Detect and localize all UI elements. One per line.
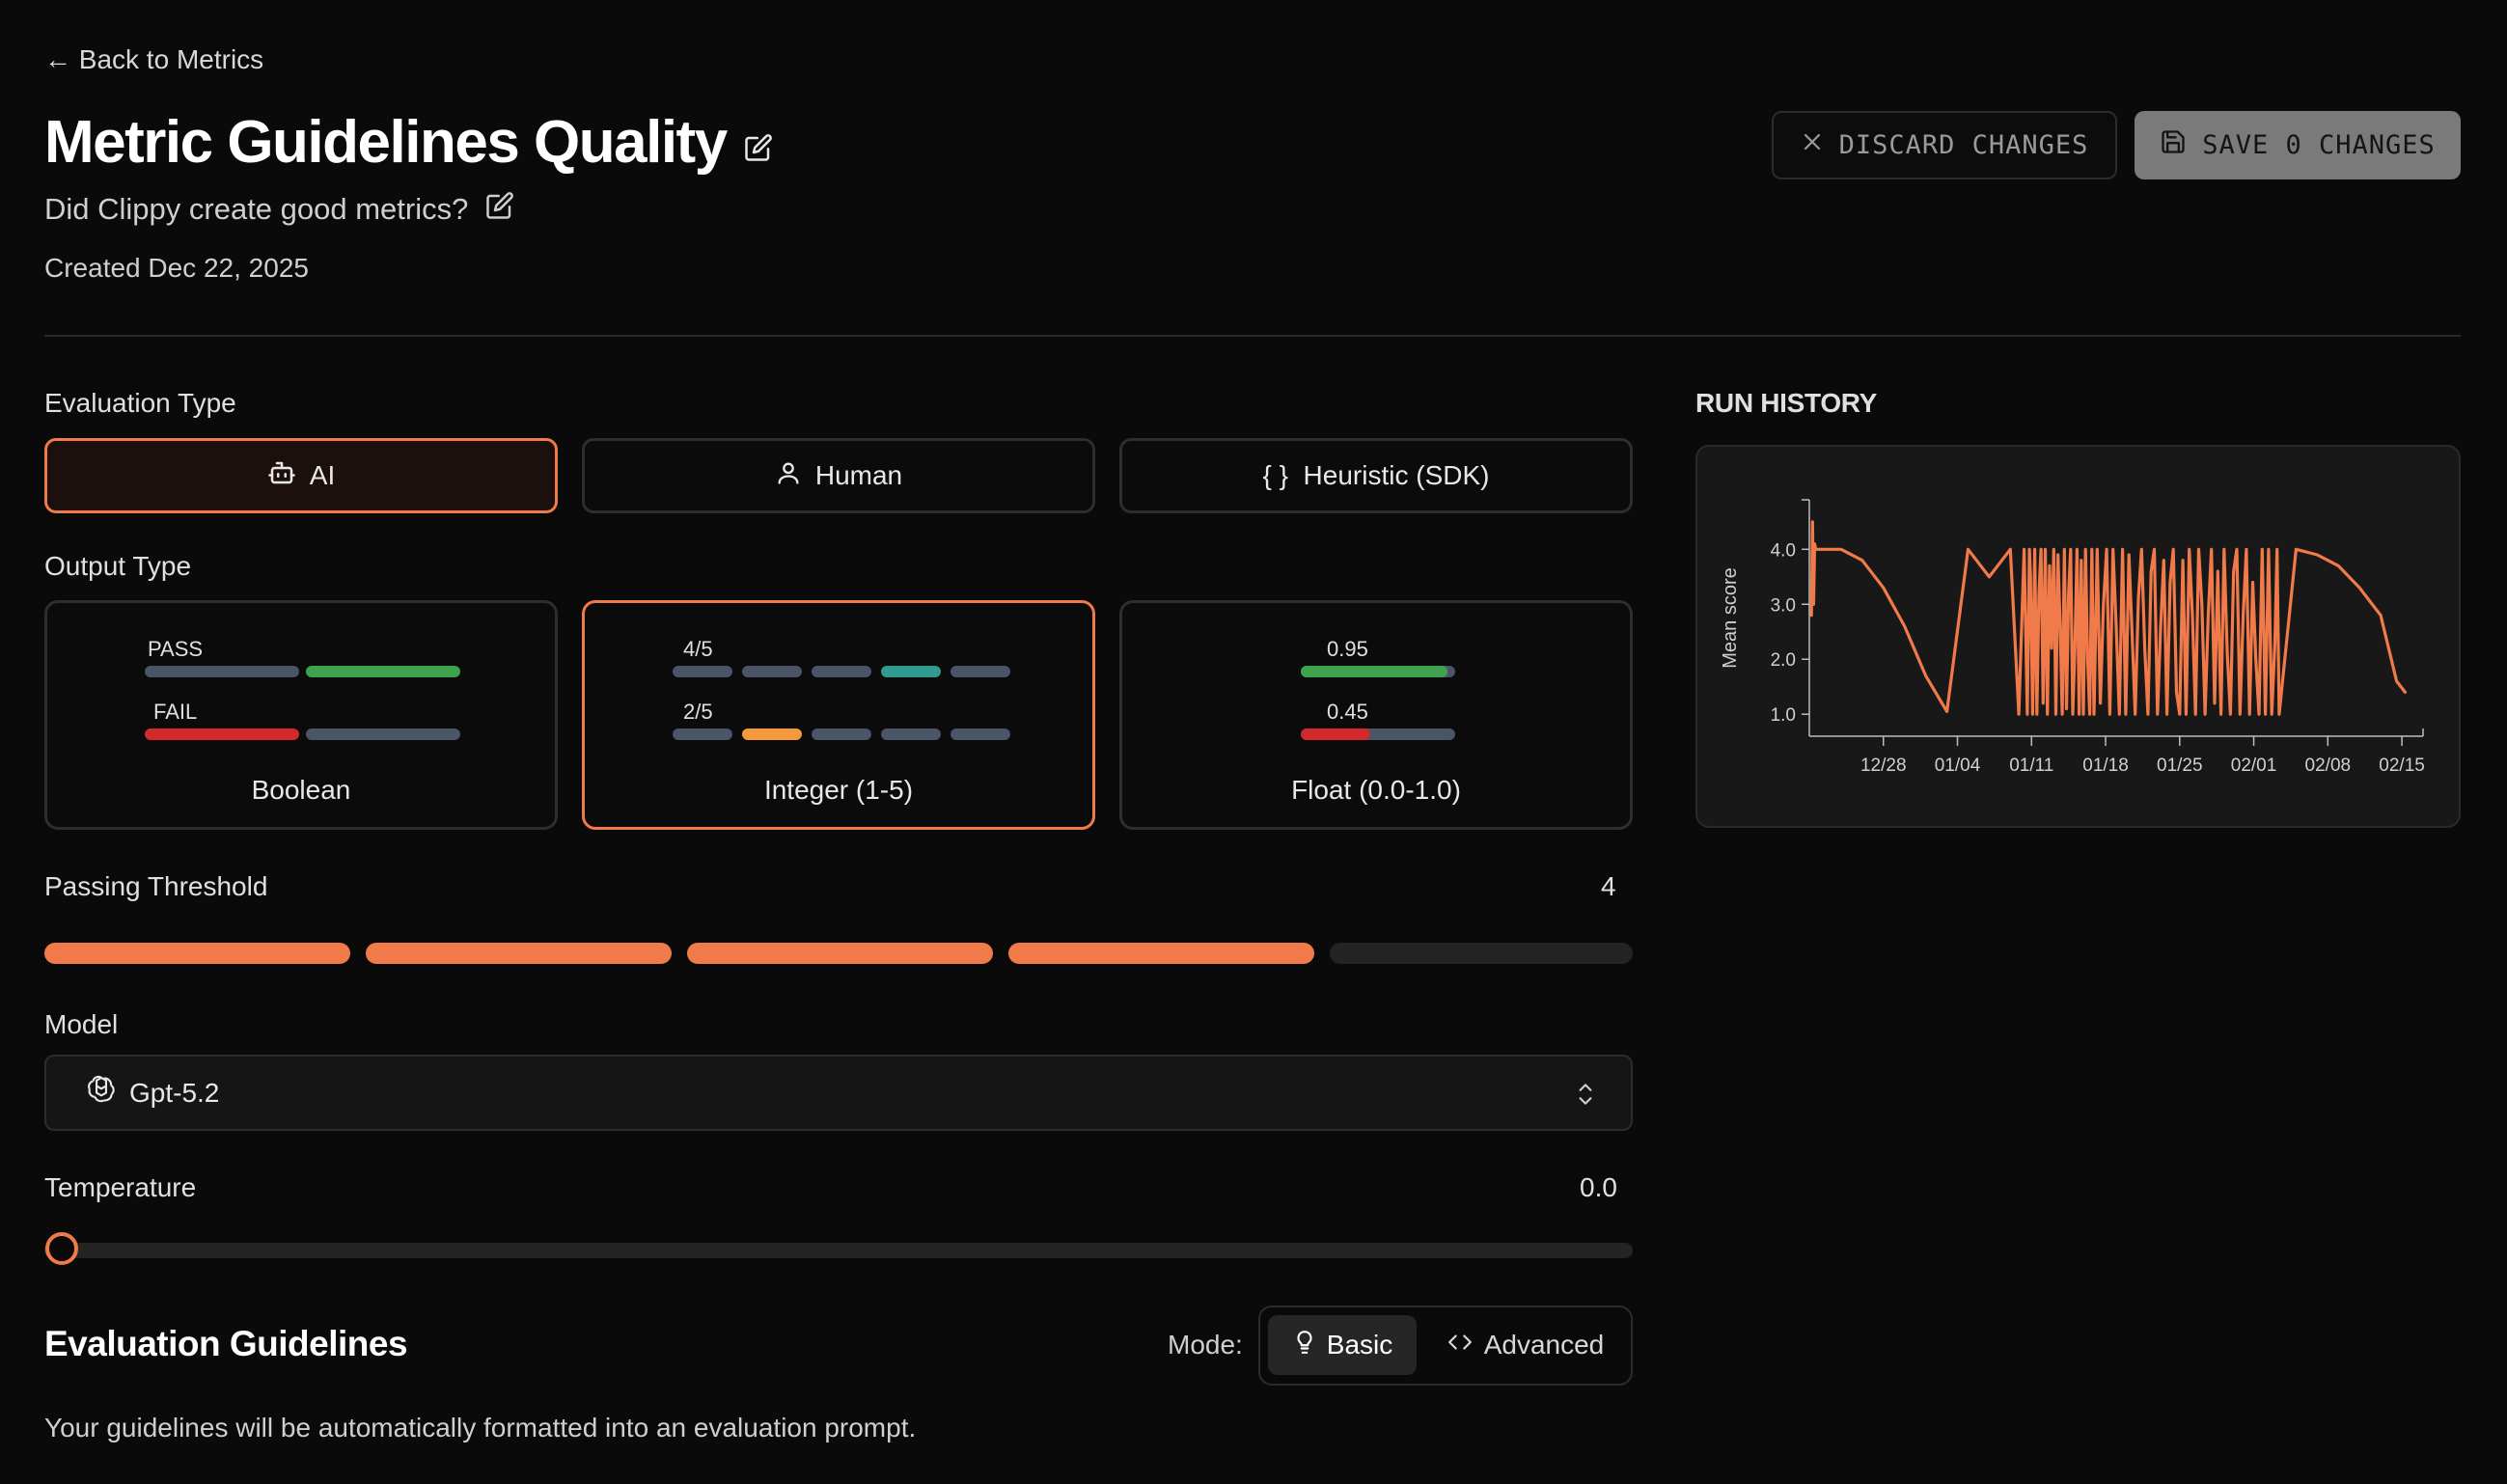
x-tick-label: 01/04 bbox=[1935, 756, 1981, 776]
close-icon bbox=[1801, 130, 1824, 160]
float-top-label: 0.95 bbox=[1327, 637, 1368, 661]
save-changes-button[interactable]: SAVE 0 CHANGES bbox=[2135, 111, 2461, 179]
created-date: Created Dec 22, 2025 bbox=[44, 253, 309, 283]
integer-bottom-bar-2 bbox=[742, 728, 802, 740]
integer-top-bar-2 bbox=[742, 666, 802, 677]
mode-label: Mode: bbox=[1168, 1330, 1243, 1360]
mode-basic-button[interactable]: Basic bbox=[1268, 1315, 1417, 1375]
integer-top-bar-3 bbox=[812, 666, 871, 677]
integer-bottom-label: 2/5 bbox=[683, 700, 713, 724]
threshold-segment-3[interactable] bbox=[687, 943, 993, 964]
output-type-boolean[interactable]: PASS FAIL Boolean bbox=[44, 600, 558, 830]
y-tick-label: 2.0 bbox=[1771, 650, 1796, 671]
subtitle-row: Did Clippy create good metrics? bbox=[44, 191, 514, 228]
y-tick-label: 3.0 bbox=[1771, 595, 1796, 616]
boolean-fail-bar-neutral bbox=[306, 728, 460, 740]
lightbulb-icon bbox=[1292, 1329, 1317, 1362]
passing-threshold-value: 4 bbox=[1601, 871, 1616, 901]
chevron-up-down-icon bbox=[1573, 1080, 1598, 1115]
series-line-0 bbox=[1809, 520, 2407, 716]
save-icon bbox=[2160, 128, 2187, 162]
integer-top-bar-4 bbox=[881, 666, 941, 677]
mode-advanced-label: Advanced bbox=[1483, 1330, 1605, 1360]
save-label: SAVE 0 CHANGES bbox=[2202, 130, 2436, 160]
x-tick-label: 02/01 bbox=[2231, 756, 2277, 776]
evaluation-guidelines-title: Evaluation Guidelines bbox=[44, 1324, 408, 1363]
edit-subtitle-icon[interactable] bbox=[485, 191, 514, 228]
openai-icon bbox=[85, 1073, 118, 1113]
header-divider bbox=[44, 335, 2461, 337]
integer-bottom-bar-1 bbox=[673, 728, 732, 740]
back-to-metrics-link[interactable]: ← Back to Metrics bbox=[44, 44, 263, 75]
temperature-slider-track[interactable] bbox=[44, 1243, 1633, 1258]
mode-advanced-button[interactable]: Advanced bbox=[1428, 1315, 1621, 1375]
output-type-float[interactable]: 0.95 0.45 Float (0.0-1.0) bbox=[1119, 600, 1633, 830]
evaluation-type-label: Evaluation Type bbox=[44, 388, 236, 418]
x-tick-label: 02/08 bbox=[2305, 756, 2352, 776]
evaluation-type-heuristic[interactable]: { } Heuristic (SDK) bbox=[1119, 438, 1633, 513]
evaluation-type-heuristic-label: { } Heuristic (SDK) bbox=[1262, 460, 1490, 490]
edit-title-icon[interactable] bbox=[744, 108, 773, 177]
temperature-label: Temperature bbox=[44, 1172, 197, 1202]
integer-top-bar-1 bbox=[673, 666, 732, 677]
discard-changes-button[interactable]: DISCARD CHANGES bbox=[1772, 111, 2117, 179]
y-tick-label: 1.0 bbox=[1771, 705, 1796, 726]
float-bottom-label: 0.45 bbox=[1327, 700, 1368, 724]
code-icon bbox=[1446, 1330, 1474, 1361]
float-top-fill bbox=[1301, 666, 1447, 677]
temperature-value: 0.0 bbox=[1580, 1172, 1617, 1202]
model-label: Model bbox=[44, 1009, 119, 1039]
float-bottom-fill bbox=[1301, 728, 1370, 740]
run-history-title: RUN HISTORY bbox=[1695, 388, 1878, 418]
integer-bottom-bar-5 bbox=[950, 728, 1010, 740]
integer-top-label: 4/5 bbox=[683, 637, 713, 661]
threshold-segment-4[interactable] bbox=[1008, 943, 1314, 964]
x-tick-label: 12/28 bbox=[1860, 756, 1907, 776]
evaluation-type-ai-label: AI bbox=[309, 460, 336, 490]
bot-icon bbox=[267, 458, 296, 494]
boolean-fail-bar bbox=[145, 728, 299, 740]
run-history-chart: 1.0 2.0 3.0 4.0 12/28 01/04 01/11 01/18 01/25 02/… bbox=[1720, 499, 2425, 776]
threshold-segment-1[interactable] bbox=[44, 943, 350, 964]
threshold-segment-2[interactable] bbox=[366, 943, 672, 964]
integer-label: Integer (1-5) bbox=[763, 775, 914, 805]
output-type-integer[interactable]: 4/5 2/5 Integer (1-5) bbox=[582, 600, 1095, 830]
back-link-label: ← Back to Metrics bbox=[44, 44, 264, 74]
float-label: Float (0.0-1.0) bbox=[1291, 775, 1461, 805]
model-value: Gpt-5.2 bbox=[129, 1077, 220, 1108]
integer-top-bar-5 bbox=[950, 666, 1010, 677]
y-axis-label: Mean score bbox=[1720, 567, 1741, 669]
integer-bottom-bar-4 bbox=[881, 728, 941, 740]
page-subtitle: Did Clippy create good metrics? bbox=[44, 192, 469, 226]
y-tick-label: 4.0 bbox=[1771, 540, 1796, 561]
evaluation-type-human[interactable]: Human bbox=[582, 438, 1095, 513]
boolean-pass-bar bbox=[306, 666, 460, 677]
pass-label: PASS bbox=[148, 637, 204, 661]
output-type-label: Output Type bbox=[44, 551, 192, 581]
run-history-card: 1.0 2.0 3.0 4.0 12/28 01/04 01/11 01/18 01/25 02/… bbox=[1695, 445, 2461, 828]
page-title: Metric Guidelines Quality bbox=[44, 109, 728, 176]
model-select[interactable]: Gpt-5.2 bbox=[44, 1055, 1633, 1131]
x-tick-label: 01/11 bbox=[2009, 756, 2053, 776]
boolean-label: Boolean bbox=[251, 775, 351, 805]
fail-label: FAIL bbox=[153, 700, 198, 724]
integer-bottom-bar-3 bbox=[812, 728, 871, 740]
boolean-pass-bar-neutral bbox=[145, 666, 299, 677]
threshold-segment-5[interactable] bbox=[1330, 943, 1633, 964]
passing-threshold-label: Passing Threshold bbox=[44, 871, 268, 901]
temperature-slider-thumb[interactable] bbox=[45, 1232, 78, 1265]
evaluation-type-ai[interactable]: AI bbox=[44, 438, 558, 513]
discard-label: DISCARD CHANGES bbox=[1838, 130, 2089, 160]
page-title-row: Metric Guidelines Quality bbox=[44, 108, 773, 177]
evaluation-type-human-label: Human bbox=[814, 460, 903, 490]
x-tick-label: 01/25 bbox=[2157, 756, 2203, 776]
x-tick-label: 02/15 bbox=[2379, 756, 2425, 776]
user-icon bbox=[775, 459, 802, 493]
mode-basic-label: Basic bbox=[1326, 1330, 1393, 1360]
x-tick-label: 01/18 bbox=[2082, 756, 2129, 776]
guidelines-description: Your guidelines will be automatically fo… bbox=[44, 1413, 917, 1443]
